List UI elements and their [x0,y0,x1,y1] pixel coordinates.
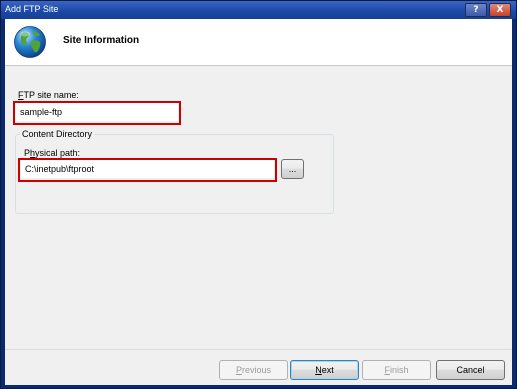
site-name-label: FTP site name: [18,90,79,100]
previous-button-label: Previous [236,365,271,375]
finish-button-label: Finish [384,365,408,375]
physical-path-input[interactable]: C:\inetpub\ftproot [21,160,274,178]
window-title: Add FTP Site [5,4,59,14]
title-bar[interactable]: Add FTP Site ? X [1,1,516,19]
site-name-input[interactable]: sample-ftp [16,103,178,121]
page-title: Site Information [63,35,140,46]
site-name-label-text: TP site name: [23,90,79,100]
dialog-body: Site Information FTP site name: sample-f… [5,19,512,385]
next-button[interactable]: Next [290,360,359,380]
physical-path-label-text: ysical path: [35,148,81,158]
browse-button[interactable]: ... [281,159,304,179]
previous-button[interactable]: Previous [219,360,288,380]
add-ftp-site-dialog: Add FTP Site ? X Site Information FTP si… [0,0,517,389]
help-button[interactable]: ? [465,3,487,17]
physical-path-label: Physical path: [24,148,80,158]
content-directory-label: Content Directory [20,129,95,139]
next-text: ext [321,365,334,375]
footer-divider [5,349,512,350]
wizard-header: Site Information [5,19,512,66]
close-button[interactable]: X [489,3,511,17]
globe-icon [14,26,46,58]
finish-button[interactable]: Finish [362,360,431,380]
next-button-label: Next [315,365,334,375]
cancel-button[interactable]: Cancel [436,360,505,380]
finish-text: inish [389,365,409,375]
previous-text: revious [242,365,272,375]
